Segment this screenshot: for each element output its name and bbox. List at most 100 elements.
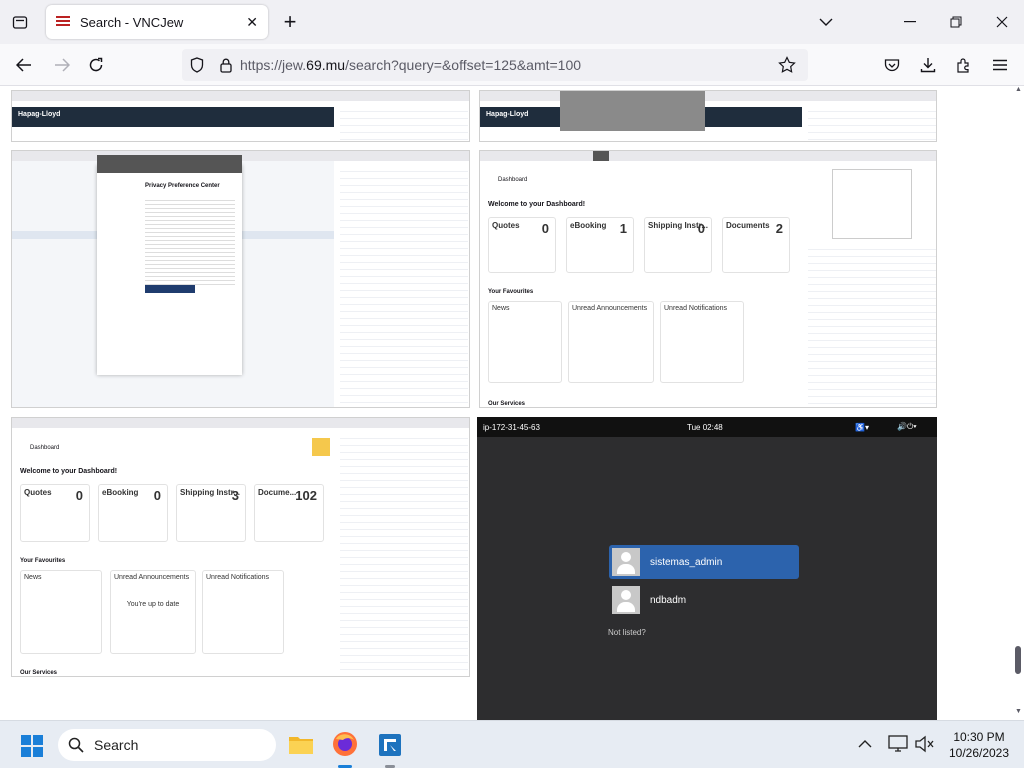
- close-tab-icon[interactable]: ✕: [246, 14, 258, 31]
- up-to-date-text: You're up to date: [126, 601, 180, 608]
- user-ndbadm[interactable]: ndbadm: [609, 583, 799, 617]
- notifications-label: Unread Notifications: [206, 574, 270, 581]
- page-scrollbar[interactable]: ▲ ▼: [1012, 86, 1024, 720]
- taskbar-clock[interactable]: 10:30 PM 10/26/2023: [944, 729, 1014, 761]
- screenshot-thumb-6[interactable]: ip-172-31-45-63 Tue 02:48 ♿▾ 🔊⏻▾ sistema…: [477, 417, 937, 720]
- restore-icon[interactable]: [946, 12, 966, 32]
- card-count: 102: [295, 488, 317, 503]
- clock-time: 10:30 PM: [953, 730, 1005, 744]
- news-card[interactable]: News: [488, 301, 562, 383]
- scroll-up-icon[interactable]: ▲: [1015, 86, 1022, 93]
- card-label: Docume...: [258, 488, 297, 497]
- shipping-card[interactable]: Shipping Instr... 0: [644, 217, 712, 273]
- documents-card[interactable]: Documents 2: [722, 217, 790, 273]
- firefox-icon[interactable]: [332, 731, 358, 757]
- pocket-icon[interactable]: [882, 55, 902, 75]
- news-card[interactable]: News: [20, 570, 102, 654]
- thumb-table: [340, 432, 468, 674]
- quotes-card[interactable]: Quotes 0: [488, 217, 556, 273]
- file-explorer-icon[interactable]: [288, 733, 314, 755]
- tracking-protection-icon[interactable]: [190, 57, 204, 73]
- close-window-icon[interactable]: [992, 12, 1012, 32]
- thumb-table: [808, 105, 936, 141]
- screenshot-thumb-2[interactable]: Hapag-Lloyd: [479, 90, 937, 142]
- chevron-up-icon[interactable]: [858, 737, 874, 753]
- notifications-card[interactable]: Unread Notifications: [660, 301, 744, 383]
- privacy-dialog[interactable]: Privacy Preference Center: [97, 155, 242, 375]
- user-sistemas-admin[interactable]: sistemas_admin: [609, 545, 799, 579]
- redacted-block: [560, 91, 705, 131]
- tab-active[interactable]: Search - VNCJew ✕: [46, 5, 268, 39]
- news-label: News: [492, 305, 510, 312]
- announcements-card[interactable]: Unread Announcements You're up to date: [110, 570, 196, 654]
- news-label: News: [24, 574, 42, 581]
- avatar-icon: [612, 586, 640, 614]
- thumb-table: [340, 105, 468, 141]
- volume-power-icon[interactable]: 🔊⏻▾: [897, 422, 917, 432]
- redacted-block: [593, 151, 609, 161]
- new-tab-button[interactable]: +: [280, 8, 300, 36]
- chevron-down-icon[interactable]: [816, 12, 836, 32]
- forward-icon[interactable]: [52, 55, 72, 75]
- clock-date: 10/26/2023: [948, 746, 1010, 760]
- gnome-top-bar: ip-172-31-45-63 Tue 02:48 ♿▾ 🔊⏻▾: [477, 417, 937, 437]
- announcements-card[interactable]: Unread Announcements: [568, 301, 654, 383]
- avatar-icon: [612, 548, 640, 576]
- menu-icon[interactable]: [990, 55, 1010, 75]
- services-heading: Our Services: [488, 401, 526, 407]
- thumb-table: [808, 243, 936, 405]
- scroll-down-icon[interactable]: ▼: [1015, 708, 1022, 715]
- notifications-card[interactable]: Unread Notifications: [202, 570, 284, 654]
- shipping-card[interactable]: Shipping Instr... 3: [176, 484, 246, 542]
- services-heading: Our Services: [20, 670, 58, 676]
- card-count: 0: [697, 221, 705, 236]
- username-label: sistemas_admin: [650, 556, 723, 568]
- taskbar-search[interactable]: Search: [58, 729, 276, 761]
- screenshot-thumb-5[interactable]: Dashboard Welcome to your Dashboard! Quo…: [11, 417, 470, 677]
- windows-start-icon[interactable]: [20, 734, 44, 758]
- url-text[interactable]: https://jew.69.mu/search?query=&offset=1…: [240, 57, 581, 73]
- navigation-bar: https://jew.69.mu/search?query=&offset=1…: [0, 44, 1024, 86]
- confirm-button[interactable]: [145, 285, 195, 293]
- scrollbar-thumb[interactable]: [1015, 646, 1021, 674]
- ebooking-card[interactable]: eBooking 0: [98, 484, 168, 542]
- quotes-card[interactable]: Quotes 0: [20, 484, 90, 542]
- welcome-heading: Welcome to your Dashboard!: [488, 201, 586, 208]
- url-host: 69.mu: [306, 57, 346, 73]
- tab-list-icon[interactable]: [10, 12, 30, 32]
- thumb-browser-bar: [12, 418, 469, 428]
- vnc-viewer-icon[interactable]: [378, 733, 402, 757]
- bookmark-star-icon[interactable]: [778, 56, 796, 74]
- lock-icon[interactable]: [220, 58, 232, 73]
- url-suffix: /search?query=&offset=125&amt=100: [345, 57, 582, 73]
- screenshot-thumb-3[interactable]: Privacy Preference Center: [11, 150, 470, 408]
- clock-label: Tue 02:48: [687, 422, 723, 432]
- card-count: 3: [231, 488, 239, 503]
- screenshot-thumb-1[interactable]: Hapag-Lloyd: [11, 90, 470, 142]
- volume-muted-icon[interactable]: [914, 735, 934, 755]
- screenshot-thumb-4[interactable]: Dashboard Welcome to your Dashboard! Quo…: [479, 150, 937, 408]
- minimize-icon[interactable]: [900, 12, 920, 32]
- accessibility-icon[interactable]: ♿▾: [855, 423, 869, 432]
- reload-icon[interactable]: [86, 55, 106, 75]
- thumb-browser-bar: [12, 91, 469, 101]
- ebooking-card[interactable]: eBooking 1: [566, 217, 634, 273]
- back-icon[interactable]: [14, 55, 34, 75]
- documents-card[interactable]: Docume... 102: [254, 484, 324, 542]
- privacy-title: Privacy Preference Center: [145, 183, 220, 189]
- extensions-icon[interactable]: [954, 55, 974, 75]
- search-label: Search: [94, 737, 139, 753]
- card-count: 0: [153, 488, 161, 503]
- downloads-icon[interactable]: [918, 55, 938, 75]
- not-listed-link[interactable]: Not listed?: [608, 628, 646, 637]
- favourites-heading: Your Favourites: [488, 289, 534, 295]
- card-label: Quotes: [24, 488, 52, 497]
- announcements-label: Unread Announcements: [572, 305, 648, 312]
- network-icon[interactable]: [888, 735, 908, 755]
- profile-badge: [312, 438, 330, 456]
- tab-strip: Search - VNCJew ✕ +: [0, 0, 1024, 44]
- card-count: 1: [619, 221, 627, 236]
- url-bar[interactable]: https://jew.69.mu/search?query=&offset=1…: [182, 49, 808, 81]
- thumb-table: [340, 165, 468, 405]
- dashboard-label: Dashboard: [30, 445, 60, 451]
